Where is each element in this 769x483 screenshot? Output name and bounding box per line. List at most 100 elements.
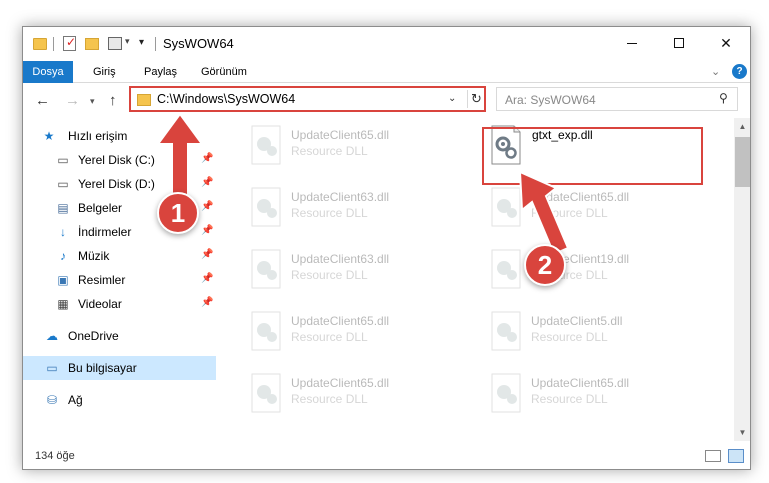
- sidebar-item-label: Yerel Disk (D:): [78, 177, 155, 191]
- videos-icon: ▦: [57, 297, 69, 311]
- file-name: UpdateClient5.dll: [531, 314, 623, 328]
- file-item[interactable]: UpdateClient63.dll Resource DLL: [216, 184, 446, 240]
- properties-icon[interactable]: [108, 37, 122, 50]
- sidebar-item-videos[interactable]: ▦ Videolar 📌: [23, 292, 216, 316]
- tab-share[interactable]: Paylaş: [144, 61, 177, 83]
- file-name: UpdateClient63.dll: [291, 252, 390, 266]
- file-description: Resource DLL: [291, 268, 368, 282]
- sidebar-item-this-pc[interactable]: ▭ Bu bilgisayar: [23, 356, 216, 380]
- file-item[interactable]: UpdateClient5.dll Resource DLL: [456, 308, 686, 364]
- sidebar-item-label: Resimler: [78, 273, 126, 287]
- music-icon: ♪: [60, 249, 66, 263]
- title-bar: ▾ ▾ SysWOW64 ✕: [23, 27, 750, 61]
- dll-file-icon: [491, 311, 521, 351]
- pin-icon[interactable]: 📌: [201, 225, 213, 236]
- minimize-icon: [627, 42, 637, 44]
- divider: [53, 37, 54, 51]
- sidebar-item-label: OneDrive: [68, 329, 119, 343]
- file-description: Resource DLL: [291, 330, 368, 344]
- dll-file-icon: [251, 249, 281, 289]
- sidebar-item-label: Videolar: [78, 297, 122, 311]
- file-description: Resource DLL: [291, 206, 368, 220]
- dll-file-icon: [251, 187, 281, 227]
- pin-icon[interactable]: 📌: [201, 273, 213, 284]
- sidebar-item-label: Yerel Disk (C:): [78, 153, 155, 167]
- sidebar-item-label: Belgeler: [78, 201, 123, 215]
- file-description: Resource DLL: [291, 392, 368, 406]
- forward-button[interactable]: →: [65, 92, 80, 109]
- file-item[interactable]: UpdateClient65.dll Resource DLL: [456, 370, 686, 426]
- file-item[interactable]: UpdateClient65.dll Resource DLL: [216, 370, 446, 426]
- minimize-button[interactable]: [609, 27, 655, 59]
- divider: [155, 37, 156, 51]
- sidebar-item-pictures[interactable]: ▣ Resimler 📌: [23, 268, 216, 292]
- maximize-icon: [674, 38, 684, 48]
- sidebar-item-label: Müzik: [78, 249, 110, 263]
- search-input[interactable]: Ara: SysWOW64: [505, 93, 596, 107]
- downloads-icon: ↓: [60, 225, 66, 239]
- window-title: SysWOW64: [163, 36, 234, 51]
- dll-file-icon: [251, 125, 281, 165]
- folder-icon: [33, 38, 47, 50]
- large-icons-view-icon[interactable]: [728, 449, 744, 463]
- file-name: UpdateClient65.dll: [291, 376, 390, 390]
- drive-icon: ▭: [57, 177, 69, 191]
- documents-icon: ▤: [57, 201, 69, 215]
- file-item[interactable]: UpdateClient63.dll Resource DLL: [216, 246, 446, 302]
- explorer-window: ▾ ▾ SysWOW64 ✕ Dosya Giriş Paylaş Görünü…: [22, 26, 751, 470]
- properties-check-icon[interactable]: [63, 35, 76, 51]
- file-name: UpdateClient65.dll: [291, 128, 390, 142]
- dll-file-icon: [251, 311, 281, 351]
- details-view-icon[interactable]: [705, 450, 721, 462]
- new-folder-icon[interactable]: [85, 38, 99, 50]
- ribbon-tabs: Dosya Giriş Paylaş Görünüm ⌄ ?: [23, 61, 750, 83]
- expand-ribbon-icon[interactable]: ⌄: [711, 65, 720, 78]
- scroll-up-icon[interactable]: ▲: [734, 118, 750, 135]
- maximize-button[interactable]: [656, 27, 702, 59]
- star-icon: ★: [43, 129, 55, 143]
- customize-toolbar-icon[interactable]: ▾: [139, 37, 144, 53]
- scroll-down-icon[interactable]: ▼: [734, 424, 750, 441]
- file-description: Resource DLL: [531, 392, 608, 406]
- file-item[interactable]: UpdateClient65.dll Resource DLL: [216, 122, 446, 178]
- annotation-badge-1: 1: [157, 192, 199, 234]
- tab-home[interactable]: Giriş: [93, 61, 116, 83]
- status-bar: 134 öğe: [23, 441, 750, 469]
- navigation-bar: ← → ▾ ↑ C:\Windows\SysWOW64 ⌄ ↻ Ara: Sys…: [23, 84, 750, 118]
- file-name: UpdateClient65.dll: [291, 314, 390, 328]
- help-icon[interactable]: ?: [732, 64, 747, 79]
- close-button[interactable]: ✕: [703, 27, 749, 59]
- sidebar-item-label: Ağ: [68, 393, 83, 407]
- scroll-thumb[interactable]: [735, 137, 750, 187]
- chevron-down-icon[interactable]: ▾: [125, 36, 130, 52]
- network-icon: ⛁: [46, 393, 58, 407]
- vertical-scrollbar[interactable]: ▲ ▼: [734, 118, 750, 441]
- search-box[interactable]: Ara: SysWOW64 ⚲: [496, 87, 738, 111]
- tab-view[interactable]: Görünüm: [201, 61, 247, 83]
- pin-icon[interactable]: 📌: [201, 249, 213, 260]
- computer-icon: ▭: [46, 361, 58, 375]
- tab-file[interactable]: Dosya: [23, 61, 73, 83]
- back-button[interactable]: ←: [35, 92, 50, 109]
- dll-file-icon: [251, 373, 281, 413]
- dll-file-icon: [491, 373, 521, 413]
- file-name: UpdateClient65.dll: [531, 376, 630, 390]
- cloud-icon: ☁: [46, 329, 58, 343]
- drive-icon: ▭: [57, 153, 69, 167]
- sidebar-item-network[interactable]: ⛁ Ağ: [23, 388, 216, 412]
- address-highlight-box: [129, 86, 486, 112]
- search-icon[interactable]: ⚲: [719, 91, 728, 105]
- file-name: UpdateClient63.dll: [291, 190, 390, 204]
- up-button[interactable]: ↑: [109, 92, 117, 109]
- recent-locations-button[interactable]: ▾: [90, 96, 95, 107]
- annotation-badge-2: 2: [524, 244, 566, 286]
- pin-icon[interactable]: 📌: [201, 297, 213, 308]
- pictures-icon: ▣: [57, 273, 69, 287]
- file-item[interactable]: UpdateClient65.dll Resource DLL: [216, 308, 446, 364]
- sidebar-item-onedrive[interactable]: ☁ OneDrive: [23, 324, 216, 348]
- sidebar-item-label: Bu bilgisayar: [68, 361, 137, 375]
- file-description: Resource DLL: [291, 144, 368, 158]
- sidebar-item-music[interactable]: ♪ Müzik 📌: [23, 244, 216, 268]
- file-list: UpdateClient65.dll Resource DLL gtxt_exp…: [216, 118, 736, 441]
- sidebar-item-label: Hızlı erişim: [68, 129, 128, 143]
